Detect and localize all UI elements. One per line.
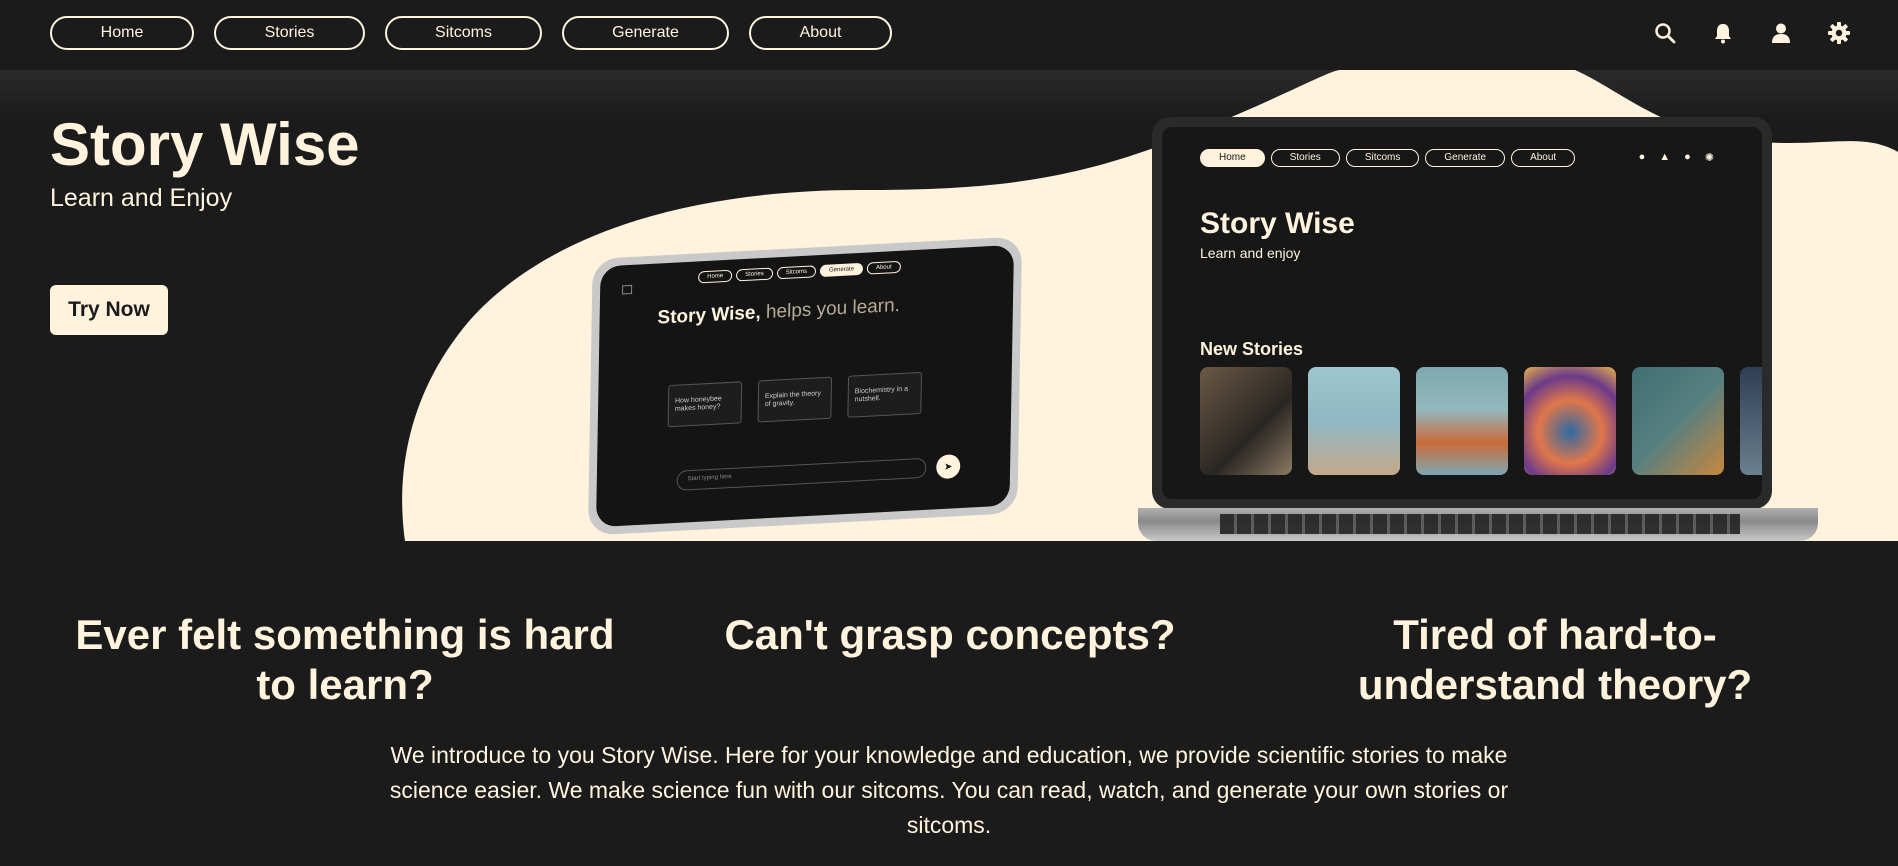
tablet-nav: Home Stories Sitcoms Generate About [698,260,901,284]
tablet-mockup: Home Stories Sitcoms Generate About Stor… [587,236,1023,536]
hero-section: Story Wise Learn and Enjoy Try Now Home … [0,70,1898,541]
story-thumbnail [1740,367,1762,475]
question-heading: Ever felt something is hard to learn? [75,611,615,709]
laptop-nav-item: Stories [1270,149,1340,167]
nav-stories-button[interactable]: Stories [214,16,365,50]
laptop-nav: Home Stories Sitcoms Generate About [1200,149,1576,167]
nav-generate-button[interactable]: Generate [562,16,729,50]
tablet-nav-item: Home [698,269,733,284]
laptop-nav-icons: ● ▲ ● ✺ [1639,151,1714,164]
tablet-prompt-input: Start typing here [676,457,927,491]
question-heading: Can't grasp concepts? [724,611,1176,658]
prompt-card: Explain the theory of gravity. [757,376,833,423]
search-icon: ● [1638,151,1646,163]
laptop-nav-item-active: Home [1200,149,1265,167]
nav-about-button[interactable]: About [749,16,892,50]
laptop-screen: Home Stories Sitcoms Generate About ● ▲ … [1162,127,1762,499]
bell-icon[interactable] [1710,20,1736,46]
laptop-keyboard [1220,514,1740,534]
bell-icon: ▲ [1659,151,1671,163]
nav-home-button[interactable]: Home [50,16,194,50]
nav-sitcoms-button[interactable]: Sitcoms [385,16,542,50]
question-heading: Tired of hard-to-understand theory? [1357,611,1753,709]
story-thumbnail [1632,367,1724,475]
top-nav: Home Stories Sitcoms Generate About [0,0,1898,70]
story-thumbnail [1524,367,1616,475]
laptop-nav-item: Sitcoms [1345,149,1420,167]
sun-icon: ✺ [1704,152,1714,164]
laptop-nav-item: Generate [1425,149,1506,167]
gear-icon[interactable] [1826,20,1852,46]
search-icon[interactable] [1652,20,1678,46]
intro-paragraph: We introduce to you Story Wise. Here for… [389,742,1509,838]
laptop-subtitle: Learn and enjoy [1200,245,1301,261]
prompt-card: How honeybee makes honey? [667,381,743,428]
prompt-card: Biochemistry in a nutshell. [847,371,922,418]
try-now-button[interactable]: Try Now [50,285,168,335]
story-thumbnail [1200,367,1292,475]
tablet-screen: Home Stories Sitcoms Generate About Stor… [596,244,1014,528]
tablet-headline: Story Wise, helps you learn. [657,295,900,330]
tablet-nav-item: Sitcoms [776,265,817,280]
story-thumbnail [1308,367,1400,475]
story-thumbnail [1416,367,1508,475]
tablet-nav-item: About [866,260,901,275]
laptop-new-stories-heading: New Stories [1200,339,1304,359]
user-icon[interactable] [1768,20,1794,46]
laptop-mockup: Home Stories Sitcoms Generate About ● ▲ … [1152,117,1772,509]
tablet-nav-item-active: Generate [819,262,864,278]
send-icon: ➤ [936,453,961,480]
user-icon: ● [1684,151,1691,163]
hero-subtitle: Learn and Enjoy [50,184,233,212]
laptop-title: Story Wise [1200,207,1355,240]
tablet-nav-item: Stories [736,267,773,282]
laptop-nav-item: About [1511,149,1576,167]
menu-icon [622,284,633,295]
hero-title: Story Wise [50,111,360,178]
tablet-headline-rest: helps you learn. [760,294,901,324]
tablet-headline-bold: Story Wise, [657,302,761,329]
